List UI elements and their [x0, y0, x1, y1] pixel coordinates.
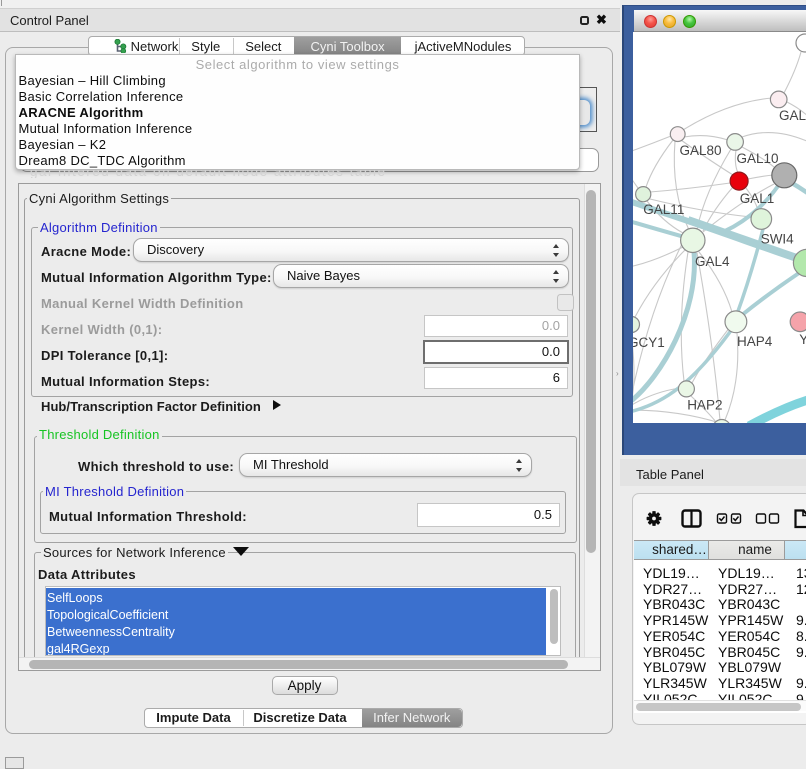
svg-text:GAL4: GAL4	[695, 254, 730, 269]
svg-text:HAP2: HAP2	[687, 397, 722, 412]
svg-text:GAL10: GAL10	[737, 151, 779, 166]
svg-text:GAL2: GAL2	[779, 108, 806, 123]
svg-text:GAL1: GAL1	[740, 191, 775, 206]
svg-text:GAL80: GAL80	[680, 143, 722, 158]
svg-text:HAP4: HAP4	[737, 334, 773, 349]
svg-text:GCY1: GCY1	[633, 335, 665, 350]
svg-text:GAL11: GAL11	[643, 202, 684, 217]
svg-text:SWI4: SWI4	[761, 231, 794, 246]
svg-text:YCR...: YCR...	[799, 332, 806, 347]
